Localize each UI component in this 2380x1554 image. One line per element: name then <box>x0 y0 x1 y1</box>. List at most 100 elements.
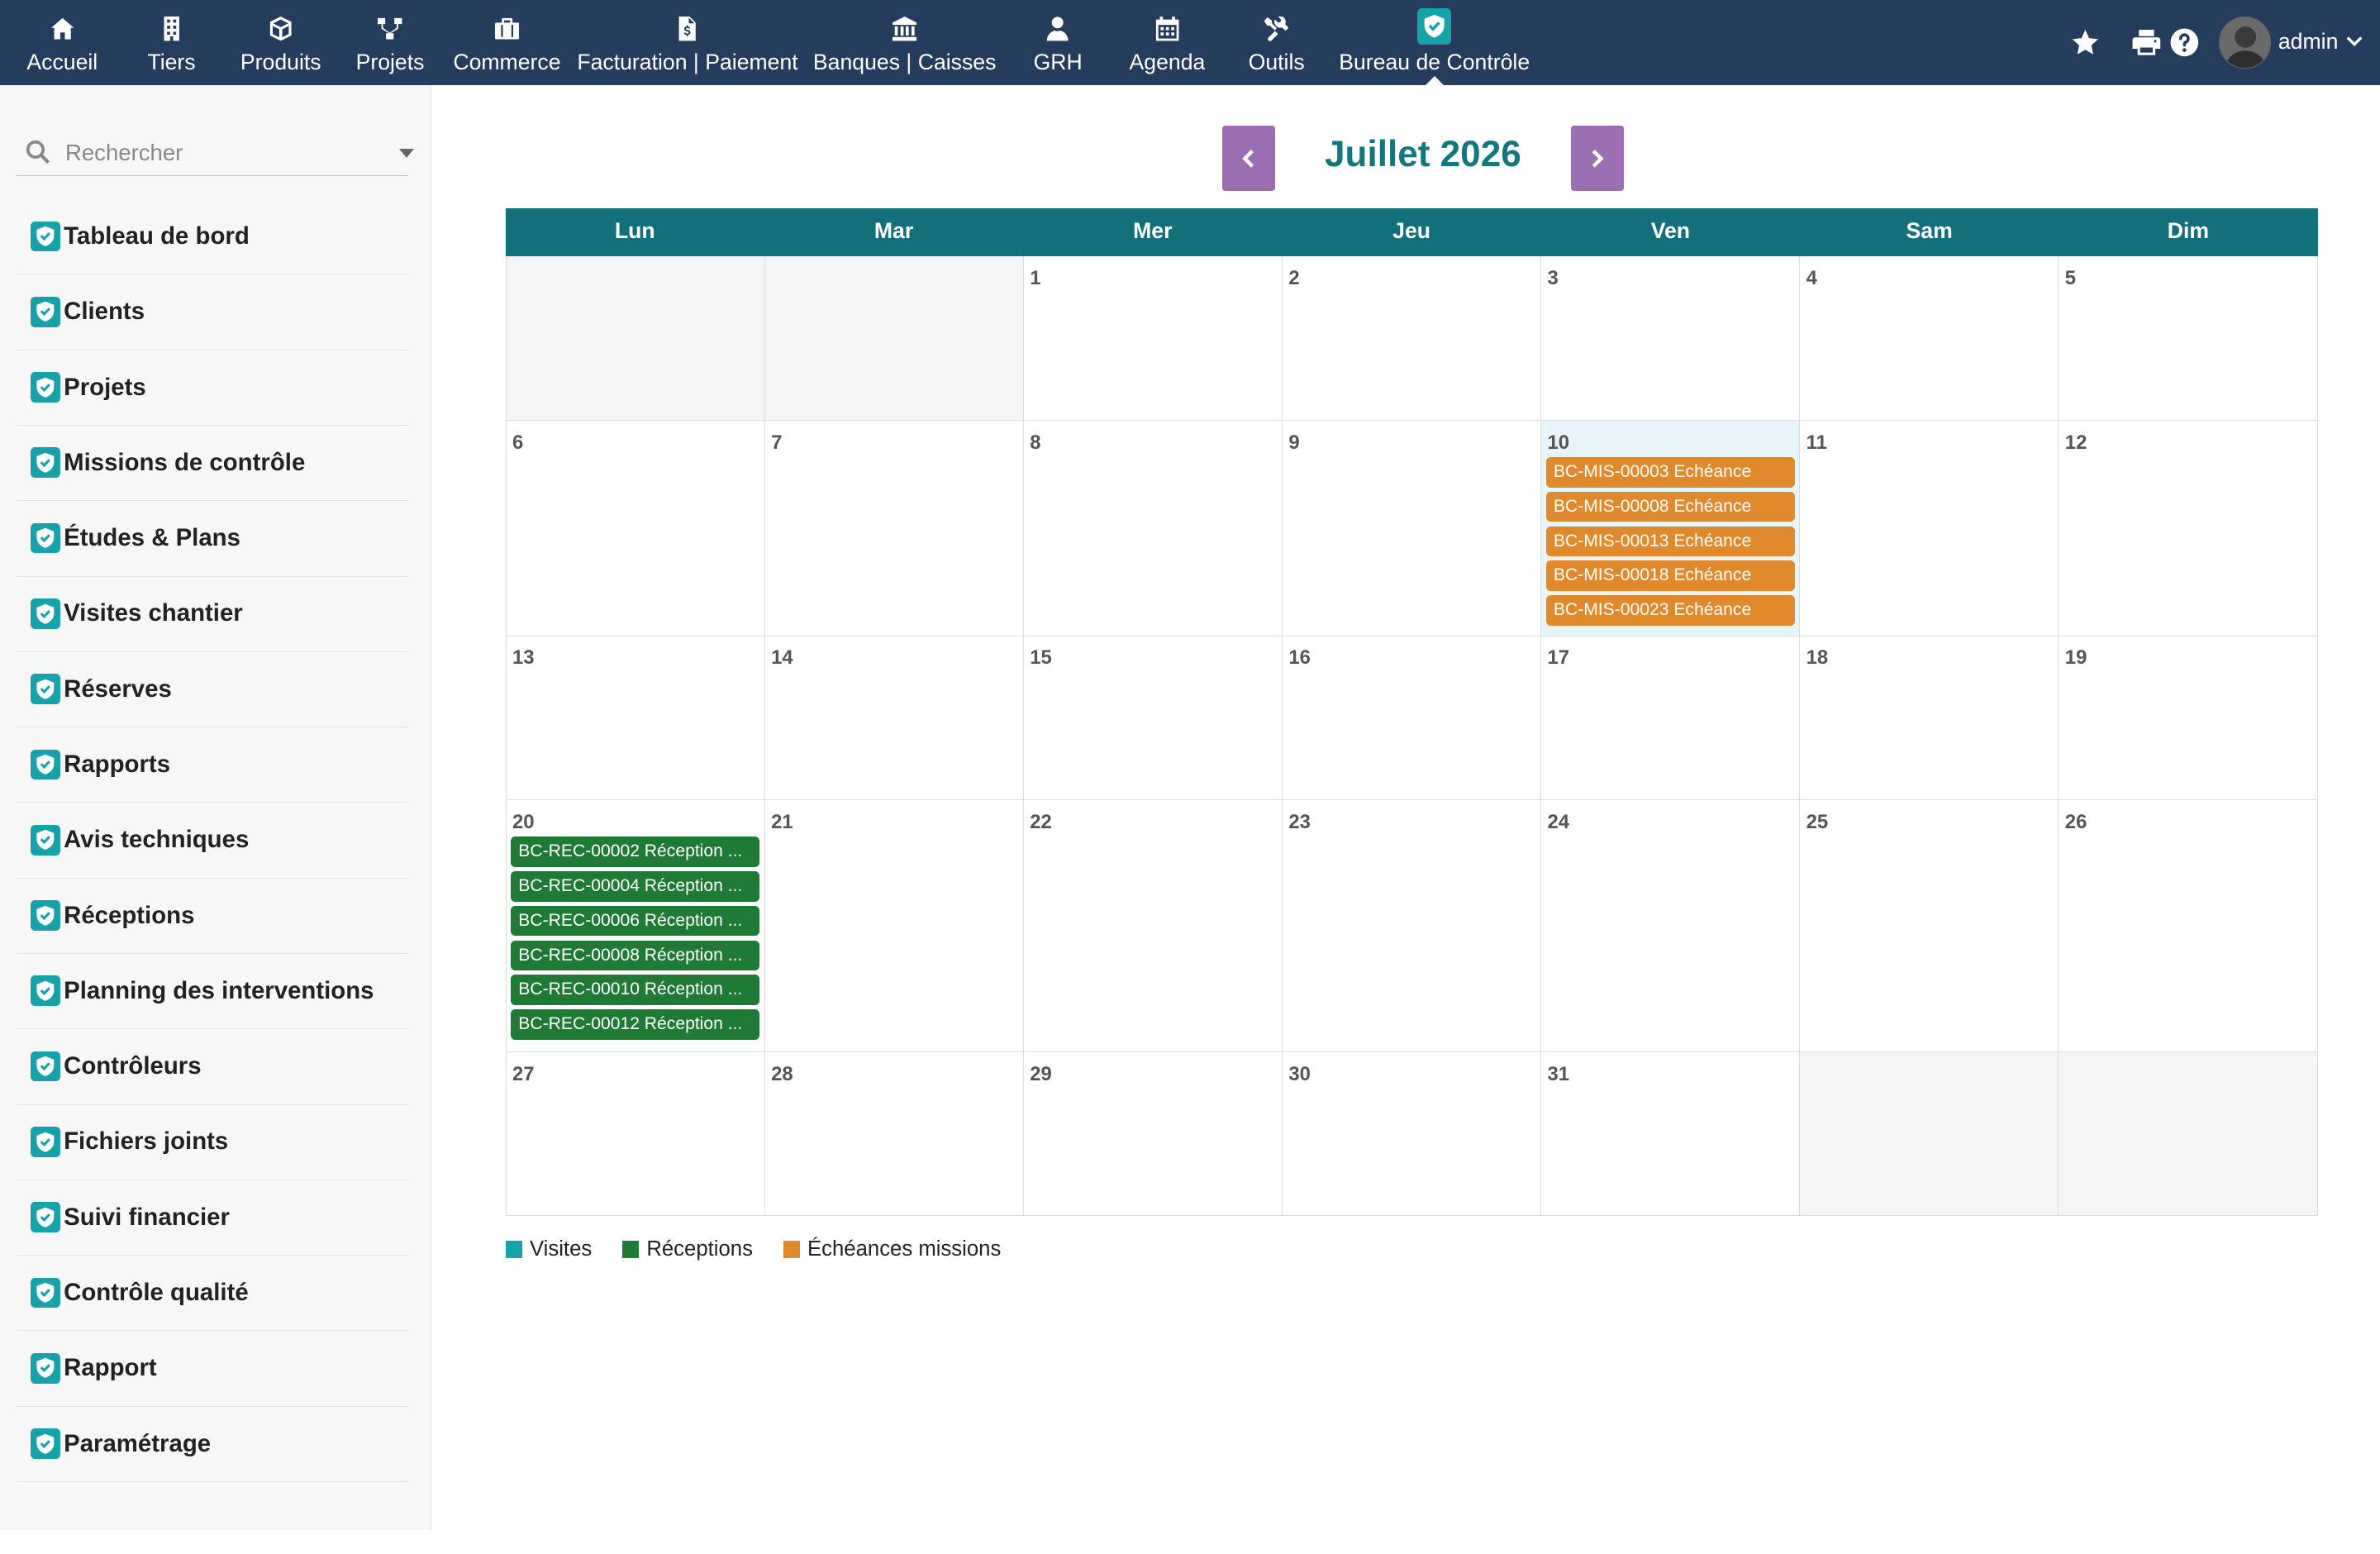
calendar-week-row: 1 2 3 4 5 <box>506 256 2318 421</box>
calendar-event[interactable]: BC-REC-00008 Réception ... <box>511 940 760 971</box>
sidebar-item-avis-techniques[interactable]: Avis techniques <box>17 803 409 879</box>
day-number: 6 <box>512 431 524 454</box>
search-box[interactable] <box>17 131 415 177</box>
calendar-day[interactable]: 14 <box>765 636 1024 799</box>
calendar-event[interactable]: BC-REC-00004 Réception ... <box>511 870 760 902</box>
shield-check-icon <box>30 824 61 856</box>
chevron-down-icon[interactable] <box>2345 32 2363 50</box>
calendar-day[interactable]: 22 <box>1024 799 1283 1051</box>
sidebar-item-parametrage[interactable]: Paramétrage <box>17 1406 409 1482</box>
calendar-day[interactable]: 16 <box>1283 636 1542 799</box>
sidebar-item-controleurs[interactable]: Contrôleurs <box>17 1029 409 1105</box>
calendar-day[interactable]: 20 BC-REC-00002 Réception ... BC-REC-00004… <box>507 799 765 1051</box>
calendar-day-today[interactable]: 10 BC-MIS-00003 Echéance BC-MIS-00008 Eché… <box>1541 420 1801 636</box>
previous-month-button[interactable] <box>1221 126 1275 192</box>
calendar-day[interactable]: 31 <box>1541 1051 1801 1216</box>
calendar-day[interactable]: 7 <box>765 420 1024 636</box>
nav-label: Tiers <box>147 49 196 74</box>
calendar-day[interactable]: 30 <box>1283 1051 1542 1216</box>
calendar-day[interactable]: 4 <box>1800 256 2059 420</box>
shield-check-icon <box>30 598 61 629</box>
sidebar-item-controle-qualite[interactable]: Contrôle qualité <box>17 1256 409 1332</box>
calendar-day[interactable]: 3 <box>1541 256 1801 420</box>
user-name[interactable]: admin <box>2278 29 2339 55</box>
calendar-day[interactable]: 15 <box>1024 636 1283 799</box>
help-icon[interactable] <box>2169 27 2200 58</box>
sidebar-item-rapport[interactable]: Rapport <box>17 1331 409 1407</box>
sidebar-item-label: Suivi financier <box>64 1203 230 1231</box>
sidebar-item-tableau-de-bord[interactable]: Tableau de bord <box>17 199 409 275</box>
calendar-event[interactable]: BC-MIS-00023 Echéance <box>1545 595 1795 626</box>
calendar-day[interactable]: 28 <box>765 1051 1024 1216</box>
sidebar-item-clients[interactable]: Clients <box>17 274 409 350</box>
calendar-event[interactable]: BC-REC-00010 Réception ... <box>511 975 760 1006</box>
calendar-day[interactable]: 26 <box>2059 799 2318 1051</box>
day-number: 29 <box>1030 1062 1052 1085</box>
calendar-event[interactable]: BC-REC-00012 Réception ... <box>511 1009 760 1040</box>
calendar-day[interactable]: 8 <box>1024 420 1283 636</box>
calendar-event[interactable]: BC-MIS-00013 Echéance <box>1545 526 1795 557</box>
sidebar-item-visites-chantier[interactable]: Visites chantier <box>17 576 409 652</box>
sidebar-item-receptions[interactable]: Réceptions <box>17 878 409 954</box>
nav-briefcase[interactable]: Commerce <box>416 0 597 85</box>
day-number: 9 <box>1288 431 1300 454</box>
sidebar-item-projets[interactable]: Projets <box>17 350 409 426</box>
print-icon[interactable] <box>2131 27 2162 58</box>
calendar-day[interactable] <box>1800 1051 2059 1216</box>
nav-label: Commerce <box>453 49 561 74</box>
calendar-day[interactable]: 2 <box>1283 256 1542 420</box>
calendar-event[interactable]: BC-MIS-00003 Echéance <box>1545 456 1795 488</box>
nav-invoice[interactable]: Facturation | Paiement <box>577 0 798 85</box>
calendar-day[interactable]: 13 <box>507 636 765 799</box>
bank-icon <box>892 17 917 41</box>
calendar-day[interactable]: 6 <box>507 420 765 636</box>
search-input[interactable] <box>64 136 369 170</box>
day-number: 28 <box>771 1062 793 1085</box>
calendar-day[interactable]: 24 <box>1541 799 1801 1051</box>
day-number: 16 <box>1288 646 1311 670</box>
sidebar-item-missions-de-controle[interactable]: Missions de contrôle <box>17 425 409 502</box>
sidebar-item-suivi-financier[interactable]: Suivi financier <box>17 1180 409 1256</box>
calendar-event[interactable]: BC-REC-00006 Réception ... <box>511 905 760 937</box>
calendar-day[interactable]: 1 <box>1024 256 1283 420</box>
calendar-day[interactable]: 12 <box>2059 420 2318 636</box>
legend-item: Visites <box>505 1237 592 1261</box>
calendar-event[interactable]: BC-REC-00002 Réception ... <box>511 836 760 867</box>
shield-check-icon <box>30 1202 61 1233</box>
calendar-day[interactable]: 29 <box>1024 1051 1283 1216</box>
calendar-day[interactable]: 5 <box>2059 256 2318 420</box>
calendar-day[interactable]: 21 <box>765 799 1024 1051</box>
day-number: 4 <box>1806 267 1817 290</box>
search-icon <box>26 140 50 164</box>
calendar-day[interactable]: 27 <box>507 1051 765 1216</box>
calendar-event[interactable]: BC-MIS-00018 Echéance <box>1545 560 1795 592</box>
calendar-day[interactable]: 9 <box>1283 420 1542 636</box>
calendar-day[interactable] <box>764 256 1024 420</box>
sidebar-item-reserves[interactable]: Réserves <box>17 651 409 728</box>
user-avatar[interactable] <box>2219 17 2271 69</box>
sidebar-item-etudes-plans[interactable]: Études & Plans <box>17 501 409 577</box>
sidebar-item-rapports[interactable]: Rapports <box>17 727 409 803</box>
sidebar-item-planning-des-interventions[interactable]: Planning des interventions <box>17 953 409 1030</box>
calendar-event[interactable]: BC-MIS-00008 Echéance <box>1545 491 1795 522</box>
calendar-day[interactable]: 23 <box>1283 799 1542 1051</box>
calendar-day[interactable]: 17 <box>1541 636 1801 799</box>
calendar-icon <box>1155 17 1179 41</box>
star-icon[interactable] <box>2070 27 2101 58</box>
shield-check-icon <box>30 447 61 479</box>
calendar-week-row: 6 7 8 9 10 BC-MIS-00003 Echéance BC-MIS-00008 … <box>506 420 2318 636</box>
chevron-right-icon <box>1592 150 1604 168</box>
calendar-day[interactable]: 19 <box>2059 636 2318 799</box>
calendar-day[interactable] <box>506 256 765 420</box>
calendar-day[interactable]: 11 <box>1800 420 2059 636</box>
calendar-day[interactable] <box>2059 1051 2318 1216</box>
sidebar-item-label: Contrôleurs <box>64 1052 202 1080</box>
nav-shield-check[interactable]: Bureau de Contrôle <box>1339 0 1530 85</box>
building-icon <box>164 17 179 41</box>
dropdown-caret-icon[interactable] <box>399 148 415 158</box>
day-number: 23 <box>1288 810 1311 833</box>
sidebar-item-fichiers-joints[interactable]: Fichiers joints <box>17 1104 409 1180</box>
next-month-button[interactable] <box>1570 126 1625 192</box>
calendar-day[interactable]: 25 <box>1800 799 2059 1051</box>
calendar-day[interactable]: 18 <box>1800 636 2059 799</box>
